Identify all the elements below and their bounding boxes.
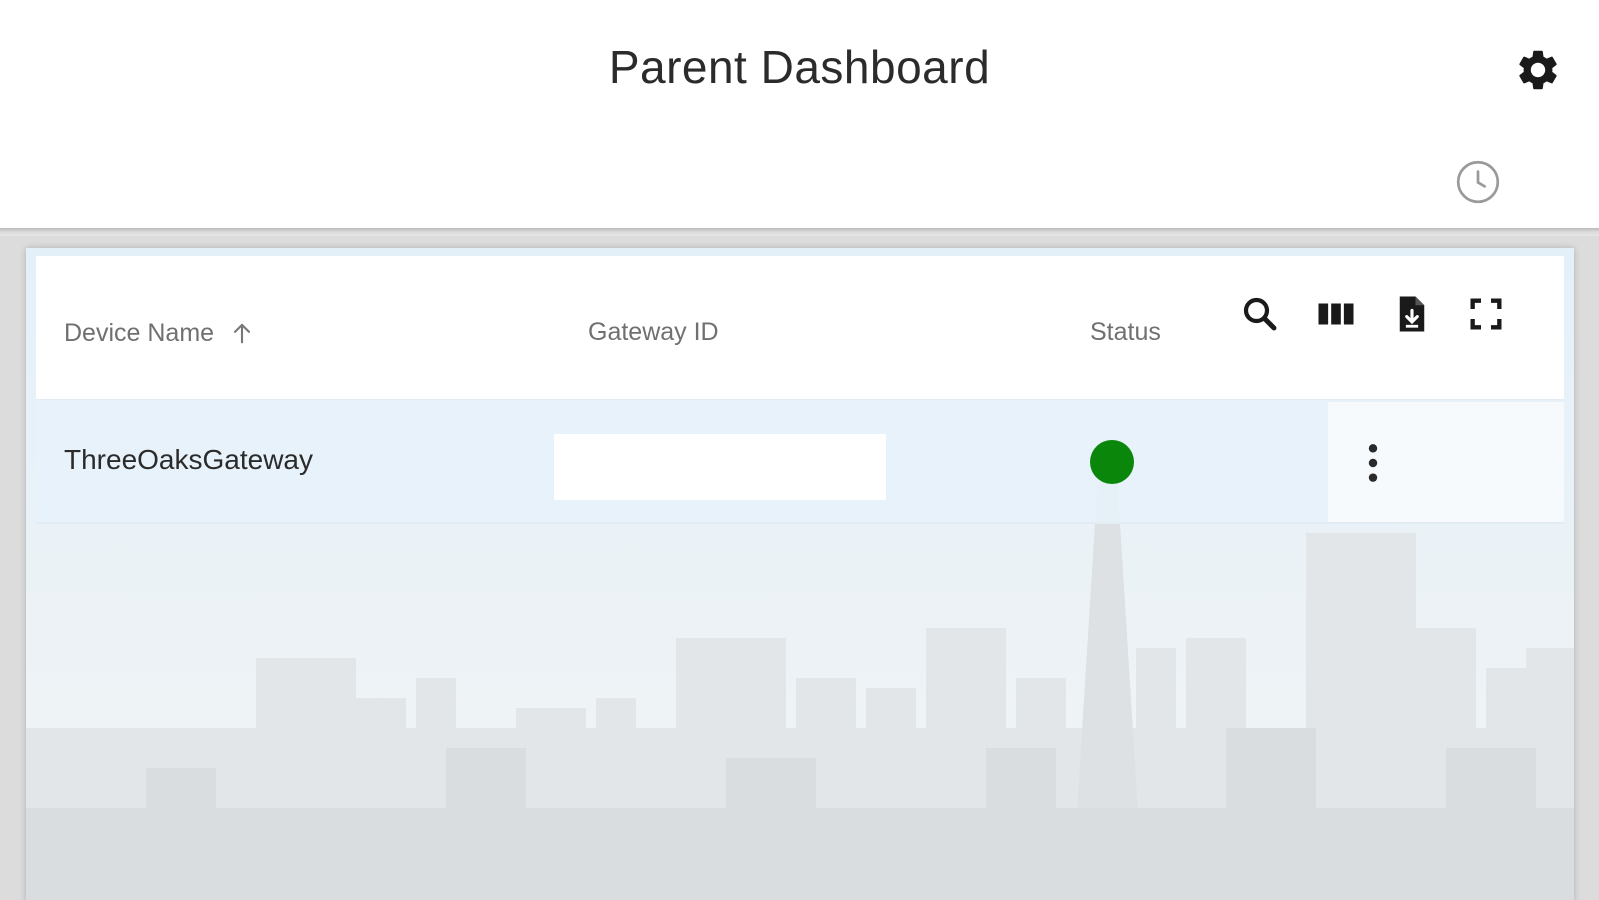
clock-icon — [1456, 160, 1500, 204]
fullscreen-button[interactable] — [1464, 292, 1508, 336]
gear-icon — [1519, 50, 1557, 90]
column-label-device-name: Device Name — [64, 318, 215, 347]
settings-button[interactable] — [1512, 44, 1564, 96]
device-name-cell: ThreeOaksGateway — [64, 444, 313, 475]
download-csv-button[interactable] — [1390, 292, 1434, 336]
row-actions-button[interactable] — [1352, 440, 1394, 486]
table-row[interactable]: ThreeOaksGateway — [36, 402, 1564, 524]
view-column-icon — [1318, 303, 1354, 325]
status-indicator — [1090, 440, 1134, 484]
more-vert-icon — [1368, 444, 1378, 482]
column-header-device-name[interactable]: Device Name — [64, 318, 256, 348]
content-area: Device Name Gateway ID Status ThreeOaksG… — [0, 236, 1599, 900]
gateway-id-cell — [554, 434, 886, 500]
column-header-gateway-id[interactable]: Gateway ID — [588, 318, 719, 347]
devices-table-card: Device Name Gateway ID Status ThreeOaksG… — [26, 248, 1574, 900]
history-button[interactable] — [1452, 156, 1504, 208]
column-header-status[interactable]: Status — [1090, 318, 1161, 347]
view-columns-button[interactable] — [1314, 292, 1358, 336]
app-header: Parent Dashboard — [0, 0, 1599, 230]
arrow-up-icon[interactable] — [228, 318, 256, 348]
search-icon — [1243, 297, 1277, 331]
search-button[interactable] — [1238, 292, 1282, 336]
fullscreen-icon — [1470, 298, 1502, 330]
file-download-icon — [1399, 296, 1425, 332]
page-title: Parent Dashboard — [608, 41, 991, 93]
table-header: Device Name Gateway ID Status — [36, 256, 1564, 400]
